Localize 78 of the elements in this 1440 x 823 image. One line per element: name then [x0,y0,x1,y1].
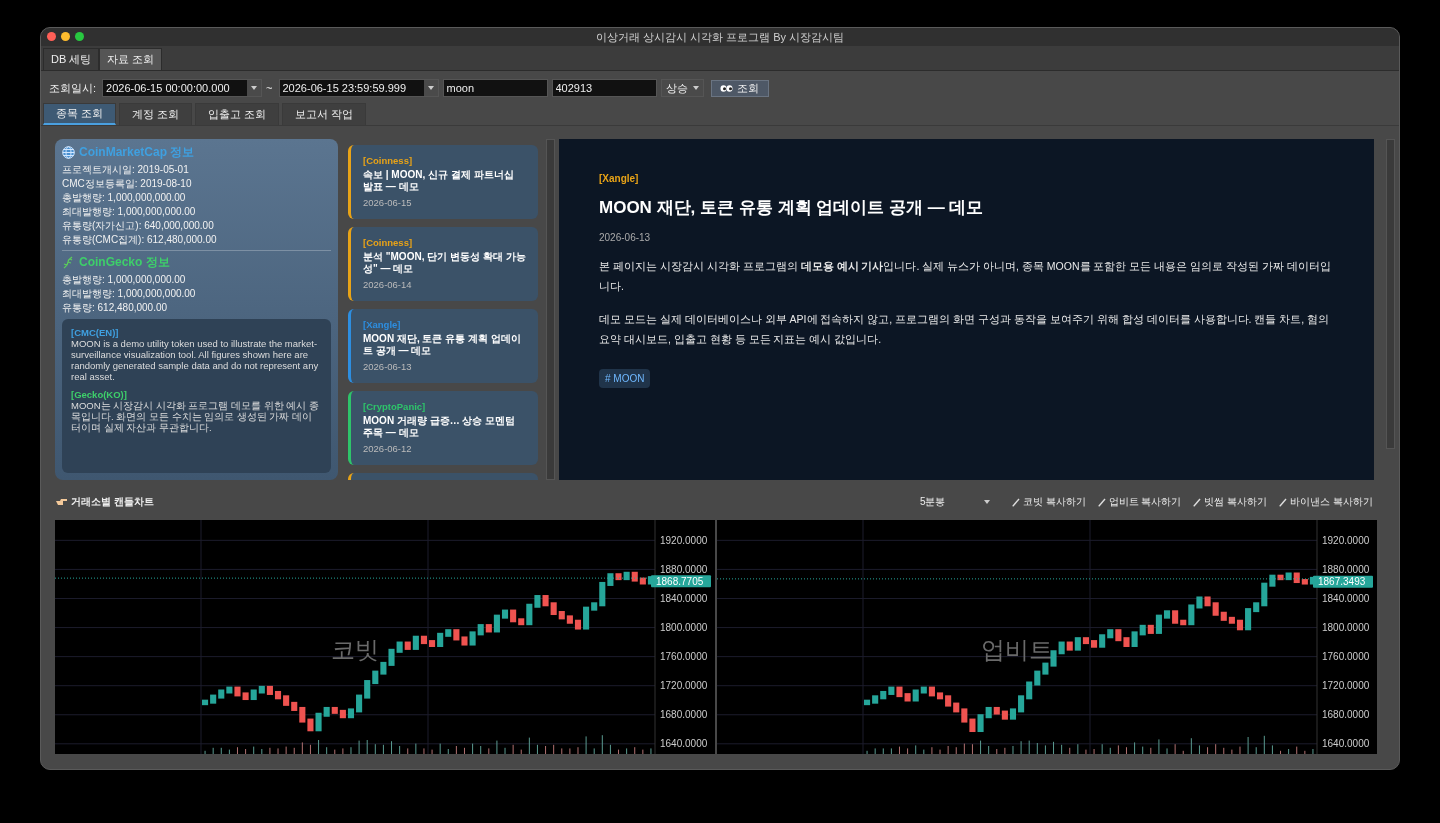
info-line: 유통량(자가신고): 640,000,000.00 [62,219,215,233]
axis-label: 1720.0000 [1322,680,1370,692]
gecko-title: CoinGecko 정보 [79,254,170,271]
article-paragraph: 본 페이지는 시장감시 시각화 프로그램의 데모용 예시 기사입니다. 실제 뉴스가 아니며, 종목 MOON를 포함한 모든 내용은 임의로 작성된 가짜 데이터입니다. [599,259,1332,294]
info-line: 총발행량: 1,000,000,000.00 [62,191,187,205]
description-heading: [CMC(EN)] [71,327,120,338]
axis-label: 1640.0000 [1322,738,1370,750]
axis-label: 1720.0000 [660,680,708,692]
axis-label: 1880.0000 [660,563,708,575]
main-tab[interactable]: 자료 조회 [99,48,163,70]
news-date: 2026-06-14 [363,279,413,290]
news-card[interactable]: [Coinness] 속보 | MOON, 신규 결제 파트너십 발표 — 데모 2026-06-15 [348,145,538,219]
axis-label: 1920.0000 [660,534,708,546]
description-text: MOON is a demo utility token used to illustrate the market-surveillance visualization tool. All figures shown here are randomly generated sample data and do not represent any real asset. [71,338,320,382]
charts-title: 거래소별 캔들차트 [71,495,154,509]
cmc-title: CoinMarketCap 정보 [79,144,195,161]
sub-tab[interactable]: 입출고 조회 [195,103,280,125]
news-date: 2026-06-12 [363,443,413,454]
info-line: CMC정보등록일: 2019-08-10 [62,177,193,191]
sub-tab[interactable]: 보고서 작업 [282,103,367,125]
interval-dropdown[interactable]: 5분봉 [919,495,990,509]
news-source: [Coinness] [363,155,414,166]
article-tag[interactable]: # MOON [599,369,651,388]
article-source: [Xangle] [599,173,640,184]
axis-label: 1920.0000 [1322,534,1370,546]
copy-button[interactable]: 바이낸스 복사하기 [1279,495,1373,509]
main-tab[interactable]: DB 세팅 [43,48,100,70]
axis-label: 1680.0000 [660,709,708,721]
price-tag: 1867.3493 [1313,575,1373,588]
article-paragraph: 데모 모드는 실제 데이터베이스나 외부 API에 접속하지 않고, 프로그램의 화면 구성과 동작을 보여주기 위해 합성 데이터를 사용합니다. 캔들 차트, 혐의 요약 대시보드, 입출고 현황 등 모든 지표는 예시 값입니다. [599,312,1331,347]
news-title: MOON 거래량 급증… 상승 모멘텀 주목 — 데모 [363,415,517,439]
article-date: 2026-06-13 [599,232,652,243]
news-card[interactable]: [CryptoPanic] MOON 거래량 급증… 상승 모멘텀 주목 — 데모 2026-06-12 [348,391,538,465]
direction-dropdown[interactable]: 상승 [660,79,704,97]
symbol-field[interactable]: moon [442,79,548,97]
axis-label: 1800.0000 [1322,622,1370,634]
news-source: [Xangle] [363,319,402,330]
news-title: MOON 재단, 토큰 유통 계획 업데이트 공개 — 데모 [363,333,522,357]
info-line: 유통량(CMC집계): 612,480,000.00 [62,233,218,247]
copy-button[interactable]: 업비트 복사하기 [1097,495,1182,509]
axis-label: 1840.0000 [660,593,708,604]
chart-watermark: 코빗 [331,636,379,663]
axis-label: 1640.0000 [660,738,708,750]
description-text: MOON는 시장감시 시각화 프로그램 데모를 위한 예시 종목입니다. 화면의 모든 수치는 임의로 생성된 가짜 데이터이며 실제 자산과 무관합니다. [71,400,321,433]
info-line: 프로젝트개시일: 2019-05-01 [62,163,190,177]
sub-tab[interactable]: 계정 조회 [119,103,193,125]
news-date: 2026-06-15 [363,197,413,208]
news-card[interactable]: [Coinness] 분석 "MOON, 단기 변동성 확대 가능성" — 데모 2026-06-14 [348,227,538,301]
range-separator: ~ [266,82,273,94]
window-title: 이상거래 상시감시 시각화 프로그램 By 시장감시팀 [595,29,845,45]
axis-label: 1760.0000 [660,651,708,663]
news-source: [CryptoPanic] [363,401,427,412]
axis-label: 1760.0000 [1322,651,1370,663]
news-title: 분석 "MOON, 단기 변동성 확대 가능성" — 데모 [363,251,526,275]
news-source: [Coinness] [363,237,414,248]
axis-label: 1680.0000 [1322,709,1370,721]
search-button[interactable]: 조회 [710,79,769,97]
price-tag: 1868.7705 [651,575,711,588]
axis-label: 1880.0000 [1322,563,1370,575]
info-line: 최대발행량: 1,000,000,000.00 [62,287,197,301]
article-title: MOON 재단, 토큰 유통 계획 업데이트 공개 — 데모 [599,197,985,219]
copy-button[interactable]: 코빗 복사하기 [1011,495,1086,509]
axis-label: 1800.0000 [660,622,708,634]
news-title: 속보 | MOON, 신규 결제 파트너십 발표 — 데모 [363,169,515,193]
code-field[interactable]: 402913 [551,79,657,97]
info-line: 총발행량: 1,000,000,000.00 [62,273,187,287]
sub-tab[interactable]: 종목 조회 [43,103,117,125]
copy-button[interactable]: 빗썸 복사하기 [1193,495,1268,509]
end-date-field[interactable]: 2026-06-15 23:59:59.999 [278,79,439,97]
date-label: 조회일시: [49,80,97,96]
axis-label: 1840.0000 [1322,593,1370,604]
info-line: 최대발행량: 1,000,000,000.00 [62,205,197,219]
news-date: 2026-06-13 [363,361,413,372]
info-line: 유통량: 612,480,000.00 [62,301,169,315]
news-card[interactable]: [Xangle] MOON 재단, 토큰 유통 계획 업데이트 공개 — 데모 2026-06-13 [348,309,538,383]
chart-watermark: 업비트 [981,636,1053,663]
start-date-field[interactable]: 2026-06-15 00:00:00.000 [102,79,263,97]
description-heading: [Gecko(KO)] [71,389,128,400]
